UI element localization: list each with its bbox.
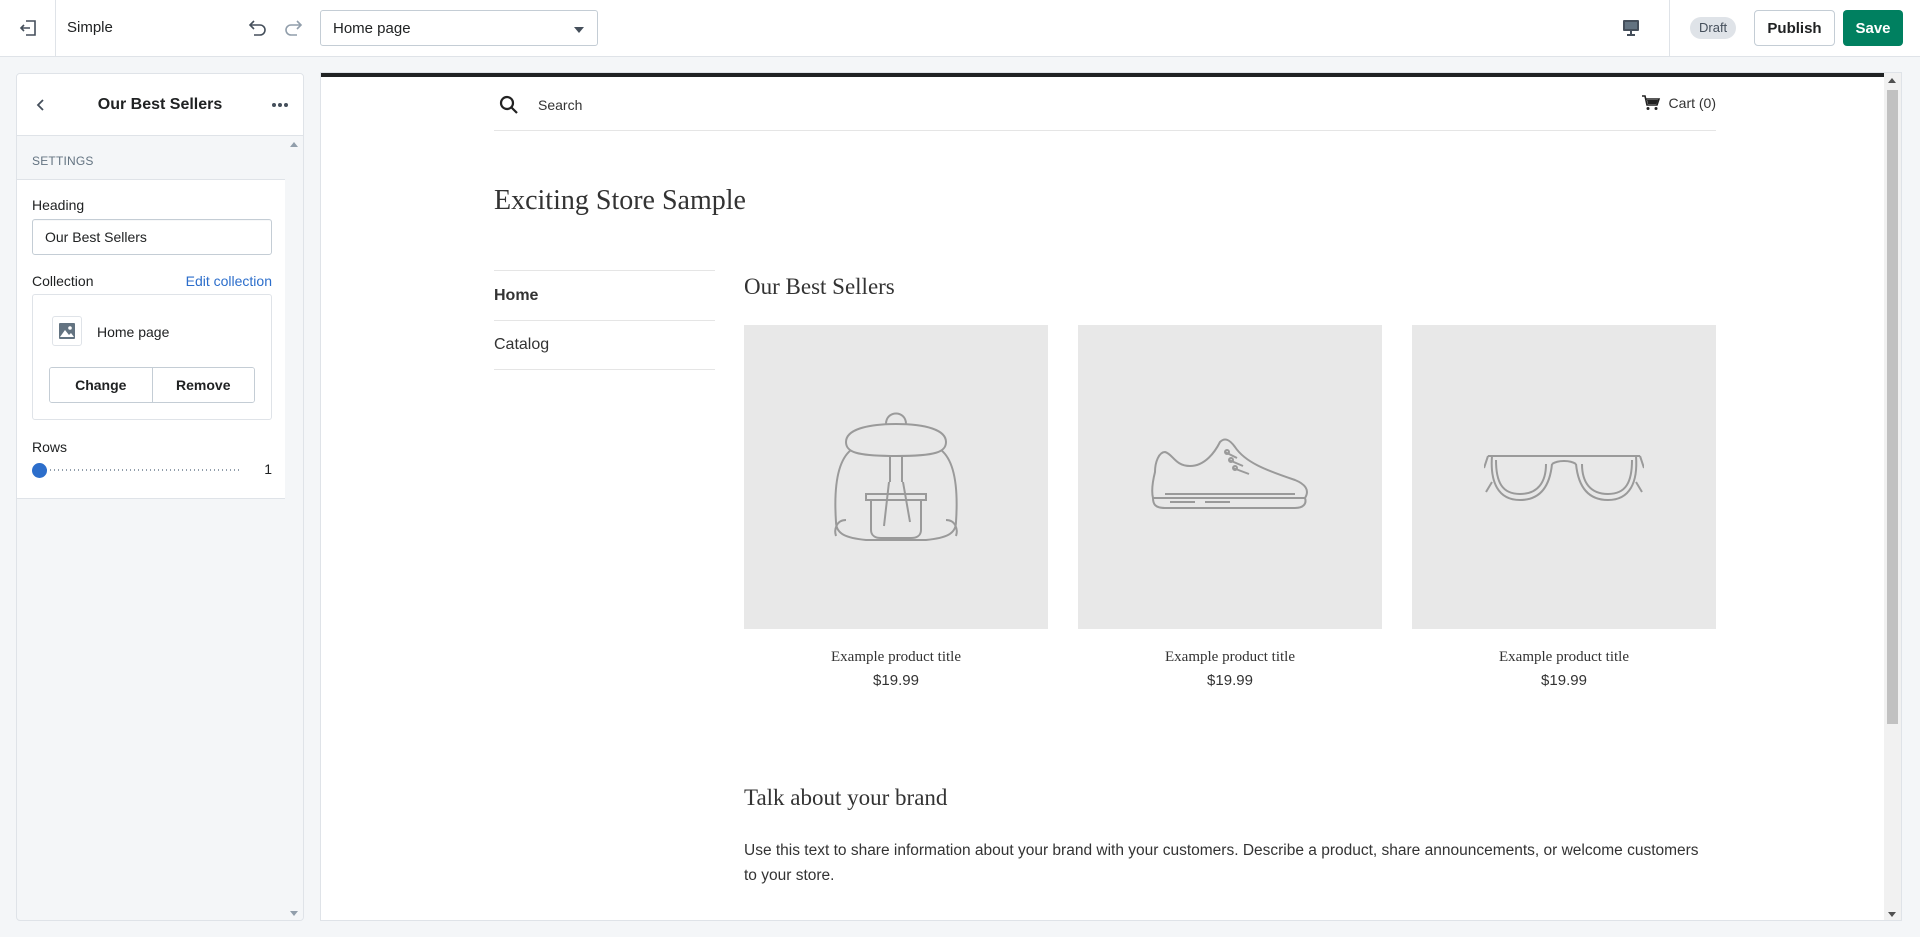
heading-input[interactable]: [32, 219, 272, 255]
undo-button[interactable]: [243, 14, 271, 42]
sneaker-icon: [1151, 438, 1308, 509]
collection-card: Home page Change Remove: [32, 294, 272, 420]
best-sellers-heading: Our Best Sellers: [744, 274, 895, 299]
editor-topbar: Simple Home page Draft Publish Save: [0, 0, 1920, 57]
scrollbar-thumb[interactable]: [1887, 90, 1898, 724]
settings-sidebar: Our Best Sellers SETTINGS Heading Collec…: [16, 73, 304, 921]
remove-collection-button[interactable]: Remove: [151, 368, 254, 402]
cart-link[interactable]: Cart (0): [1641, 95, 1716, 111]
rows-value: 1: [264, 461, 272, 477]
undo-icon: [248, 20, 266, 36]
heading-label: Heading: [32, 197, 85, 213]
brand-heading: Talk about your brand: [744, 785, 948, 810]
product-image[interactable]: [1078, 325, 1382, 629]
theme-name: Simple: [67, 19, 113, 36]
scroll-up-arrow-icon[interactable]: [290, 142, 298, 147]
store-header: Search Cart (0): [494, 93, 1716, 131]
glasses-icon: [1484, 455, 1644, 502]
store-page: Search Cart (0) Exciting Store Sample Ho…: [494, 73, 1716, 920]
product-title[interactable]: Example product title: [1078, 649, 1382, 666]
collection-label: Collection: [32, 273, 94, 289]
image-icon: [59, 323, 75, 339]
store-preview: Search Cart (0) Exciting Store Sample Ho…: [320, 72, 1902, 921]
scroll-down-arrow-icon[interactable]: [290, 911, 298, 916]
exit-icon: [19, 20, 36, 36]
product-price: $19.99: [873, 672, 919, 689]
status-badge: Draft: [1690, 17, 1737, 39]
nav-item-catalog[interactable]: Catalog: [494, 320, 715, 370]
more-horizontal-icon: [272, 103, 288, 107]
collection-name: Home page: [97, 324, 170, 340]
desktop-icon: [1623, 20, 1639, 36]
nav-item-home[interactable]: Home: [494, 270, 715, 320]
product-title[interactable]: Example product title: [744, 649, 1048, 666]
store-name[interactable]: Exciting Store Sample: [494, 185, 746, 217]
product-title[interactable]: Example product title: [1412, 649, 1716, 666]
collection-button-group: Change Remove: [49, 367, 255, 403]
store-nav: Home Catalog: [494, 270, 715, 370]
product-card[interactable]: Example product title $19.99: [1078, 325, 1382, 689]
cart-icon: [1641, 95, 1660, 110]
page-select-value: Home page: [333, 19, 411, 37]
sidebar-header: Our Best Sellers: [17, 74, 303, 136]
product-image[interactable]: [1412, 325, 1716, 629]
cart-label: Cart (0): [1668, 95, 1716, 111]
brand-text: Use this text to share information about…: [744, 842, 1699, 884]
page-select[interactable]: Home page: [320, 10, 598, 46]
exit-button[interactable]: [0, 0, 56, 56]
device-preview-button[interactable]: [1616, 13, 1646, 43]
collection-row: Collection Edit collection: [32, 273, 272, 289]
edit-collection-link[interactable]: Edit collection: [186, 273, 272, 289]
save-button[interactable]: Save: [1843, 10, 1903, 46]
redo-button[interactable]: [280, 14, 308, 42]
sidebar-content: SETTINGS Heading Collection Edit collect…: [17, 136, 287, 920]
store-search[interactable]: Search: [538, 97, 582, 113]
slider-thumb[interactable]: [32, 463, 47, 478]
preview-scrollbar[interactable]: [1884, 73, 1901, 920]
more-actions-button[interactable]: [267, 93, 293, 117]
settings-panel: Heading Collection Edit collection Home …: [17, 180, 287, 499]
scroll-up-arrow-icon[interactable]: [1888, 78, 1896, 83]
rows-label: Rows: [32, 439, 68, 455]
slider-track[interactable]: [38, 469, 240, 471]
backpack-icon: [834, 412, 958, 541]
redo-icon: [285, 20, 303, 36]
section-label: SETTINGS: [17, 136, 287, 180]
product-grid: Example product title $19.99 Example pro…: [744, 325, 1716, 689]
scroll-down-arrow-icon[interactable]: [1888, 912, 1896, 917]
search-icon[interactable]: [499, 95, 519, 115]
sidebar-title: Our Best Sellers: [97, 96, 223, 113]
product-price: $19.99: [1207, 672, 1253, 689]
caret-down-icon: [574, 27, 584, 33]
product-image[interactable]: [744, 325, 1048, 629]
rows-slider[interactable]: 1: [32, 460, 272, 480]
sidebar-scrollbar[interactable]: [285, 136, 303, 920]
product-price: $19.99: [1541, 672, 1587, 689]
publish-button[interactable]: Publish: [1754, 10, 1835, 46]
product-card[interactable]: Example product title $19.99: [1412, 325, 1716, 689]
change-collection-button[interactable]: Change: [50, 368, 152, 402]
product-card[interactable]: Example product title $19.99: [744, 325, 1048, 689]
collection-thumbnail: [52, 316, 82, 346]
topbar-divider: [1669, 0, 1670, 56]
